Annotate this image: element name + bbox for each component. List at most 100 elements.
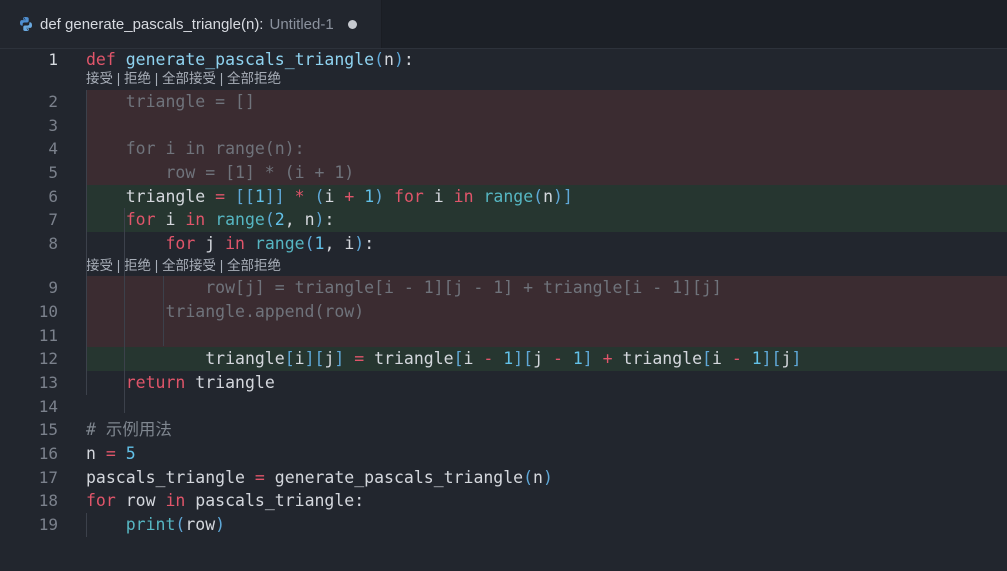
code-token: row <box>115 491 166 510</box>
code-token: ) <box>354 234 365 253</box>
code-token: 1 <box>254 187 265 206</box>
code-line[interactable]: 13 return triangle <box>0 371 1007 395</box>
code-token: i <box>711 349 732 368</box>
code-token: ( <box>264 210 275 229</box>
line-content: print(row) <box>86 513 1007 537</box>
line-number: 19 <box>38 515 58 534</box>
code-line[interactable]: 5 row = [1] * (i + 1) <box>0 161 1007 185</box>
code-token: 5 <box>125 444 136 463</box>
code-line[interactable]: 12 triangle[i][j] = triangle[i - 1][j - … <box>0 347 1007 371</box>
accept-all-link[interactable]: 全部接受 <box>162 71 216 86</box>
line-number: 4 <box>48 139 58 158</box>
line-content: for i in range(n): <box>86 137 1007 161</box>
code-line[interactable]: 15 # 示例用法 <box>0 418 1007 442</box>
code-editor[interactable]: 1 def generate_pascals_triangle(n): 2 tria… <box>0 48 1007 571</box>
line-number: 1 <box>48 50 58 69</box>
code-line[interactable]: 7 for i in range(2, n): <box>0 208 1007 232</box>
code-token: i <box>294 349 305 368</box>
code-token: ] <box>791 349 802 368</box>
code-line[interactable]: 11 <box>0 324 1007 348</box>
line-content: for j in range(1, i): <box>86 232 1007 256</box>
code-token: : <box>364 234 375 253</box>
code-token: ][ <box>304 349 325 368</box>
code-token: in <box>225 234 245 253</box>
code-token: 2 <box>274 210 285 229</box>
reject-link[interactable]: 拒绝 <box>124 258 151 273</box>
line-content <box>86 324 1007 348</box>
code-token: + <box>344 187 355 206</box>
code-token: range <box>215 210 265 229</box>
line-number: 12 <box>38 349 58 368</box>
line-content: return triangle <box>86 371 1007 395</box>
code-line[interactable]: 2 triangle = [] <box>0 90 1007 114</box>
reject-link[interactable]: 拒绝 <box>124 71 151 86</box>
code-token: ] <box>334 349 345 368</box>
python-icon <box>20 17 32 31</box>
codelens-separator: | <box>113 258 125 273</box>
line-content: row = [1] * (i + 1) <box>86 161 1007 185</box>
codelens-separator: | <box>151 258 163 273</box>
accept-link[interactable]: 接受 <box>86 258 113 273</box>
code-token: * <box>294 187 305 206</box>
code-line[interactable]: 16 n = 5 <box>0 442 1007 466</box>
indent-guide <box>86 90 87 391</box>
tab-bar: def generate_pascals_triangle(n): Untitl… <box>0 0 1007 49</box>
code-line[interactable]: 4 for i in range(n): <box>0 137 1007 161</box>
code-token: = <box>254 468 265 487</box>
code-token: j <box>533 349 553 368</box>
code-line[interactable]: 10 triangle.append(row) <box>0 300 1007 324</box>
code-token: in <box>453 187 474 206</box>
line-number: 10 <box>38 302 58 321</box>
line-content: for row in pascals_triangle: <box>86 489 1007 513</box>
code-token: range <box>483 187 534 206</box>
code-token: # 示例用法 <box>86 420 172 439</box>
reject-all-link[interactable]: 全部拒绝 <box>227 71 281 86</box>
code-token: i <box>155 210 186 229</box>
code-token: = <box>105 444 116 463</box>
reject-all-link[interactable]: 全部拒绝 <box>227 258 281 273</box>
code-token: = <box>215 187 226 206</box>
diff-codelens: 接受 | 拒绝 | 全部接受 | 全部拒绝 <box>86 256 281 276</box>
code-line[interactable]: 18 for row in pascals_triangle: <box>0 489 1007 513</box>
code-token: triangle = [] <box>86 92 255 111</box>
line-content: n = 5 <box>86 442 1007 466</box>
code-token: ] <box>582 349 593 368</box>
editor-tab[interactable]: def generate_pascals_triangle(n): Untitl… <box>0 0 382 48</box>
code-token: ) <box>393 50 404 69</box>
code-token: ) <box>542 468 553 487</box>
accept-all-link[interactable]: 全部接受 <box>162 258 216 273</box>
line-number: 17 <box>38 468 58 487</box>
line-number: 8 <box>48 234 58 253</box>
code-line[interactable]: 17 pascals_triangle = generate_pascals_tr… <box>0 466 1007 490</box>
code-token: triangle <box>86 187 216 206</box>
code-token: [ <box>702 349 712 368</box>
code-line[interactable]: 3 <box>0 114 1007 138</box>
unsaved-dot-icon[interactable] <box>347 19 357 29</box>
code-token: for <box>125 210 156 229</box>
line-number: 15 <box>38 420 58 439</box>
code-token: i <box>463 349 484 368</box>
code-token: pascals_triangle <box>86 468 255 487</box>
line-number: 5 <box>48 163 58 182</box>
code-token: : <box>324 210 335 229</box>
code-token: for <box>165 234 196 253</box>
accept-link[interactable]: 接受 <box>86 71 113 86</box>
code-line[interactable]: 19 print(row) <box>0 513 1007 537</box>
code-token: i <box>324 187 345 206</box>
code-line[interactable]: 8 for j in range(1, i): <box>0 232 1007 256</box>
code-token: )] <box>553 187 573 206</box>
code-line[interactable]: 14 <box>0 395 1007 419</box>
diff-codelens: 接受 | 拒绝 | 全部接受 | 全部拒绝 <box>86 69 281 89</box>
code-line[interactable]: 9 row[j] = triangle[i - 1][j - 1] + tria… <box>0 276 1007 300</box>
code-token: triangle <box>364 349 454 368</box>
code-token: j <box>195 234 226 253</box>
code-token: ( <box>523 468 534 487</box>
code-line[interactable]: 6 triangle = [[1]] * (i + 1) for i in ra… <box>0 185 1007 209</box>
indent-guide <box>163 276 164 346</box>
